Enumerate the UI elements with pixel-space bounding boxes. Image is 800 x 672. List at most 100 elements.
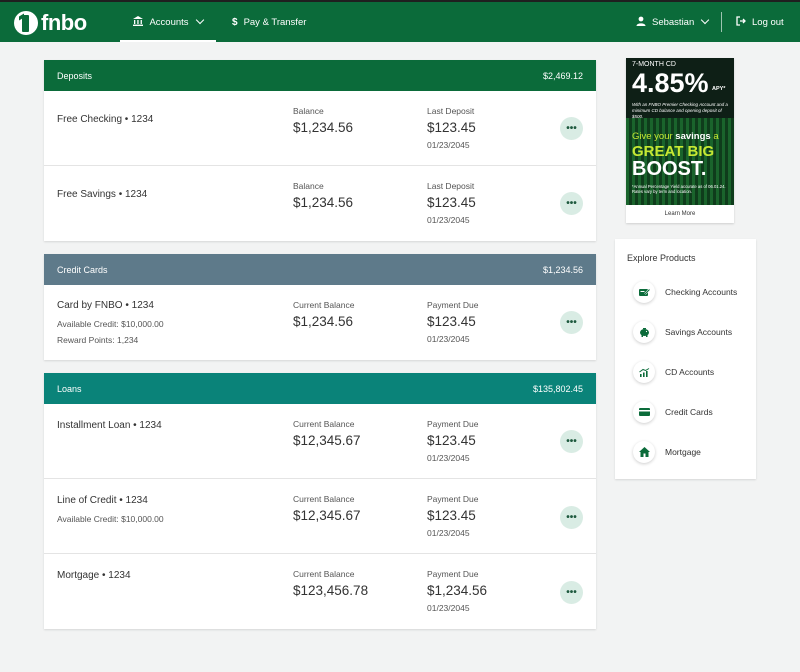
checkbook-icon [633, 281, 655, 303]
product-label: Mortgage [665, 447, 701, 457]
active-tab-indicator [120, 40, 216, 42]
nav-divider [721, 12, 722, 32]
house-icon [633, 441, 655, 463]
growth-chart-icon [633, 361, 655, 383]
promo-give-text: Give your savings a [632, 131, 719, 142]
payment-due-label: Payment Due [427, 419, 479, 429]
more-options-button[interactable]: ••• [560, 506, 583, 529]
payment-due-value: $123.45 [427, 433, 476, 448]
account-name[interactable]: Free Savings • 1234 [57, 189, 147, 200]
product-mortgage[interactable]: Mortgage [633, 439, 753, 465]
section-total: $135,802.45 [532, 383, 583, 394]
current-balance-label: Current Balance [293, 419, 355, 429]
balance-value: $1,234.56 [293, 120, 354, 135]
current-balance-value: $123,456.78 [293, 583, 369, 598]
available-credit: Available Credit: $10,000.00 [57, 319, 164, 329]
product-label: Credit Cards [665, 407, 713, 417]
more-options-button[interactable]: ••• [560, 311, 583, 334]
fnbo-logo[interactable]: fnbo [14, 9, 87, 37]
last-deposit-date: 01/23/2045 [427, 140, 470, 150]
payment-due-date: 01/23/2045 [427, 453, 470, 463]
account-row[interactable]: Card by FNBO • 1234 Available Credit: $1… [44, 285, 596, 360]
payment-due-value: $123.45 [427, 508, 476, 523]
product-label: CD Accounts [665, 367, 715, 377]
dollar-icon: $ [232, 16, 238, 28]
payment-due-label: Payment Due [427, 494, 479, 504]
nav-accounts[interactable]: Accounts [120, 2, 216, 42]
payment-due-value: $123.45 [427, 314, 476, 329]
balance-label: Balance [293, 106, 324, 116]
account-name[interactable]: Card by FNBO • 1234 [57, 300, 154, 311]
last-deposit-value: $123.45 [427, 120, 476, 135]
current-balance-label: Current Balance [293, 300, 355, 310]
account-name[interactable]: Line of Credit • 1234 [57, 495, 148, 506]
account-row[interactable]: Line of Credit • 1234 Available Credit: … [44, 479, 596, 554]
more-options-button[interactable]: ••• [560, 117, 583, 140]
nav-pay-transfer[interactable]: $ Pay & Transfer [232, 2, 306, 42]
last-deposit-date: 01/23/2045 [427, 215, 470, 225]
account-row[interactable]: Mortgage • 1234 Current Balance $123,456… [44, 554, 596, 629]
user-menu[interactable]: Sebastian [636, 2, 710, 42]
account-name[interactable]: Free Checking • 1234 [57, 114, 153, 125]
payment-due-label: Payment Due [427, 569, 479, 579]
product-credit-cards[interactable]: Credit Cards [633, 399, 753, 425]
last-deposit-label: Last Deposit [427, 181, 475, 191]
current-balance-label: Current Balance [293, 494, 355, 504]
account-row[interactable]: Installment Loan • 1234 Current Balance … [44, 404, 596, 479]
account-name[interactable]: Mortgage • 1234 [57, 570, 131, 581]
promo-conditions: With an FNBO Premier Checking Account an… [632, 102, 728, 119]
last-deposit-label: Last Deposit [427, 106, 475, 116]
payment-due-value: $1,234.56 [427, 583, 488, 598]
reward-points: Reward Points: 1,234 [57, 335, 139, 345]
learn-more-link[interactable]: Learn More [626, 205, 734, 223]
promo-term: 7-MONTH CD [632, 61, 676, 68]
logout-label: Log out [752, 16, 784, 28]
credit-card-icon [633, 401, 655, 423]
account-name[interactable]: Installment Loan • 1234 [57, 420, 162, 431]
promo-apy: APY* [712, 86, 726, 92]
product-checking-accounts[interactable]: Checking Accounts [633, 279, 753, 305]
promo-banner[interactable]: 7-MONTH CD 4.85% APY* With an FNBO Premi… [626, 58, 734, 205]
more-options-button[interactable]: ••• [560, 581, 583, 604]
last-deposit-value: $123.45 [427, 195, 476, 210]
balance-value: $1,234.56 [293, 195, 354, 210]
explore-title: Explore Products [627, 253, 696, 263]
section-title: Loans [57, 383, 82, 394]
current-balance-value: $12,345.67 [293, 508, 361, 523]
nav-accounts-label: Accounts [149, 16, 189, 28]
section-total: $2,469.12 [542, 70, 583, 81]
balance-label: Balance [293, 181, 324, 191]
loans-section: Loans $135,802.45 Installment Loan • 123… [44, 373, 596, 629]
chevron-down-icon [195, 15, 204, 25]
payment-due-date: 01/23/2045 [427, 603, 470, 613]
promo-great-big: GREAT BIG [632, 143, 715, 160]
available-credit: Available Credit: $10,000.00 [57, 514, 164, 524]
credit-cards-header[interactable]: Credit Cards $1,234.56 [44, 254, 596, 285]
bank-icon [133, 15, 144, 29]
section-title: Credit Cards [57, 264, 108, 275]
loans-header[interactable]: Loans $135,802.45 [44, 373, 596, 404]
current-balance-value: $1,234.56 [293, 314, 354, 329]
deposits-header[interactable]: Deposits $2,469.12 [44, 60, 596, 91]
account-row[interactable]: Free Savings • 1234 Balance $1,234.56 La… [44, 166, 596, 241]
user-icon [636, 16, 646, 29]
credit-cards-section: Credit Cards $1,234.56 Card by FNBO • 12… [44, 254, 596, 360]
more-options-button[interactable]: ••• [560, 430, 583, 453]
logo-text: fnbo [41, 10, 87, 35]
explore-products-panel: Explore Products Checking Accounts Savin… [615, 239, 756, 479]
more-options-button[interactable]: ••• [560, 192, 583, 215]
product-savings-accounts[interactable]: Savings Accounts [633, 319, 753, 345]
account-row[interactable]: Free Checking • 1234 Balance $1,234.56 L… [44, 91, 596, 166]
section-title: Deposits [57, 70, 93, 81]
logo-mark-icon [14, 11, 38, 35]
current-balance-value: $12,345.67 [293, 433, 361, 448]
payment-due-label: Payment Due [427, 300, 479, 310]
current-balance-label: Current Balance [293, 569, 355, 579]
logout-button[interactable]: Log out [736, 2, 784, 42]
cd-promo-ad[interactable]: 7-MONTH CD 4.85% APY* With an FNBO Premi… [626, 58, 734, 223]
nav-pay-transfer-label: Pay & Transfer [243, 16, 307, 28]
product-cd-accounts[interactable]: CD Accounts [633, 359, 753, 385]
promo-rate: 4.85% [632, 68, 709, 98]
logout-icon [736, 15, 746, 29]
product-label: Checking Accounts [665, 287, 738, 297]
